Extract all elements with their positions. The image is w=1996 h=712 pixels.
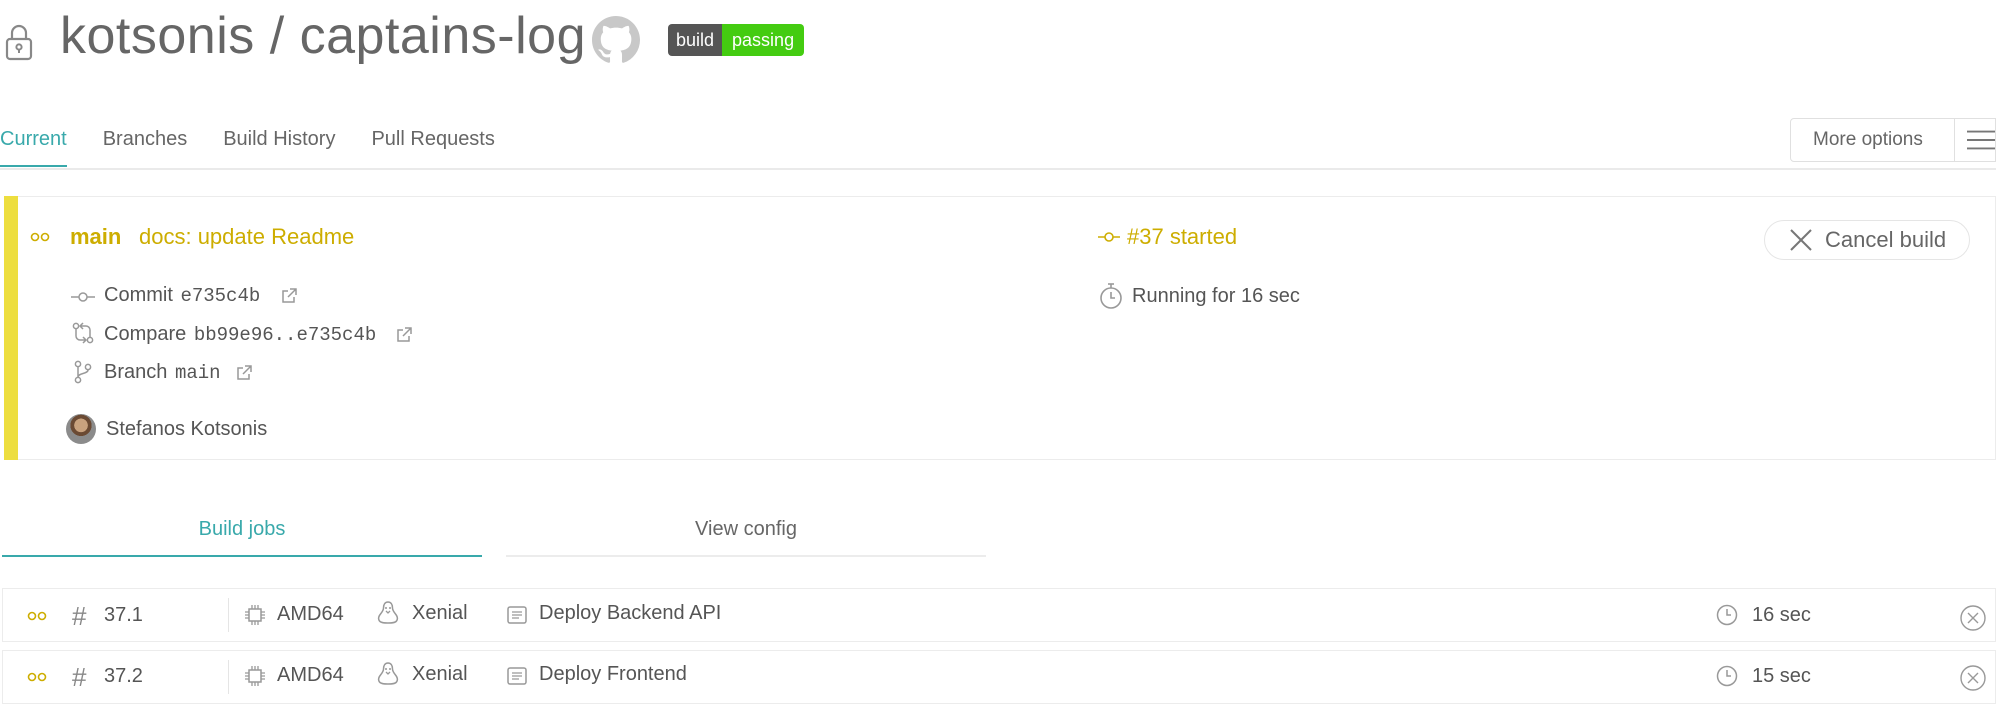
running-duration: Running for 16 sec [1132, 285, 1300, 307]
github-icon[interactable] [592, 16, 640, 64]
clock-icon [1716, 604, 1738, 626]
tab-pull-requests[interactable]: Pull Requests [371, 128, 494, 167]
tab-view-config[interactable]: View config [506, 518, 986, 557]
hamburger-icon [1966, 130, 1995, 150]
build-branch[interactable]: main [70, 224, 121, 250]
job-os: Xenial [412, 663, 468, 685]
job-number[interactable]: 37.2 [104, 665, 143, 688]
branch-label: Branch [104, 361, 168, 383]
lock-icon [5, 24, 33, 61]
job-name[interactable]: Deploy Backend API [539, 602, 721, 625]
job-arch: AMD64 [277, 603, 344, 625]
compare-icon [72, 322, 94, 344]
repo-title: kotsonis / captains-log [60, 7, 586, 65]
compare-range: bb99e96..e735c4b [193, 324, 377, 346]
badge-status: passing [722, 24, 805, 56]
commit-link[interactable]: Commit e735c4b [104, 284, 260, 307]
more-options-label: More options [1813, 129, 1923, 150]
tab-current[interactable]: Current [0, 128, 67, 167]
linux-icon [377, 601, 399, 624]
commit-icon [71, 292, 95, 302]
close-icon [1790, 229, 1812, 251]
job-os: Xenial [412, 602, 468, 624]
commit-label: Commit [104, 284, 173, 306]
avatar [66, 414, 96, 444]
more-options-separator [1953, 118, 1955, 162]
compare-label: Compare [104, 323, 187, 345]
external-link-icon[interactable] [236, 365, 252, 381]
hash-icon: # [72, 601, 87, 631]
cpu-icon [245, 666, 265, 686]
cancel-build-label: Cancel build [1825, 227, 1947, 252]
external-link-icon[interactable] [396, 327, 412, 343]
commit-hash: e735c4b [180, 285, 261, 307]
document-icon [507, 606, 527, 624]
author-name: Stefanos Kotsonis [106, 418, 268, 440]
build-number-status[interactable]: #37 started [1127, 224, 1237, 250]
job-arch: AMD64 [277, 664, 344, 686]
build-status-stripe [4, 196, 18, 460]
tab-branches[interactable]: Branches [103, 128, 188, 167]
hash-icon: # [72, 662, 87, 692]
badge-label: build [668, 24, 723, 56]
repo-nav-tabs: Current Branches Build History Pull Requ… [0, 128, 531, 167]
build-status-badge[interactable]: build passing [668, 24, 805, 56]
running-dots-icon [27, 672, 47, 682]
cancel-job-icon[interactable] [1960, 665, 1986, 691]
clock-icon [1716, 665, 1738, 687]
job-number[interactable]: 37.1 [104, 604, 143, 627]
linux-icon [377, 662, 399, 685]
job-duration: 15 sec [1752, 665, 1811, 687]
tab-build-jobs[interactable]: Build jobs [2, 518, 482, 557]
cancel-build-button[interactable]: Cancel build [1764, 220, 1970, 260]
stopwatch-icon [1100, 283, 1122, 309]
commit-icon [1098, 232, 1120, 242]
running-dots-icon [30, 232, 50, 242]
running-dots-icon [27, 611, 47, 621]
branch-icon [74, 360, 92, 384]
more-options-button[interactable]: More options [1790, 118, 1996, 162]
job-duration: 16 sec [1752, 604, 1811, 626]
branch-link[interactable]: Branch main [104, 361, 221, 384]
compare-link[interactable]: Compare bb99e96..e735c4b [104, 323, 376, 346]
job-name[interactable]: Deploy Frontend [539, 663, 687, 686]
job-separator [228, 598, 229, 632]
document-icon [507, 667, 527, 685]
cpu-icon [245, 605, 265, 625]
tabs-divider [0, 168, 1996, 170]
build-message: docs: update Readme [139, 224, 355, 249]
tab-build-history[interactable]: Build History [223, 128, 335, 167]
external-link-icon[interactable] [281, 288, 297, 304]
job-separator [228, 660, 229, 694]
branch-name: main [174, 362, 221, 384]
cancel-job-icon[interactable] [1960, 605, 1986, 631]
